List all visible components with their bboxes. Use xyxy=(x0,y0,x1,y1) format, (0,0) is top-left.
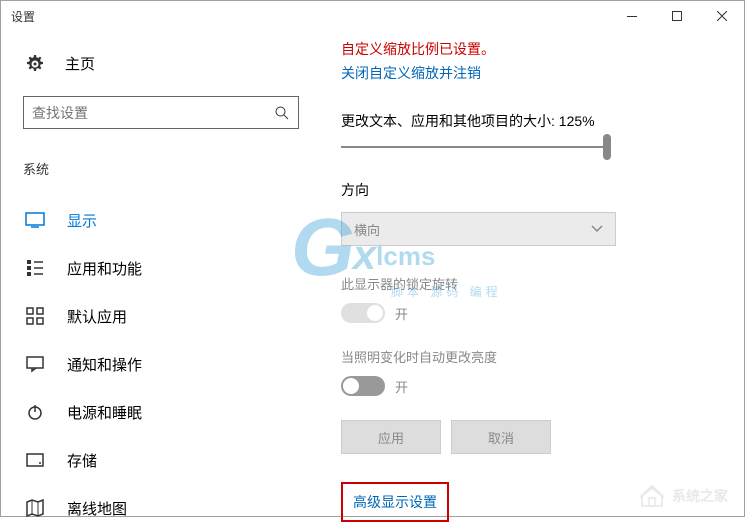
settings-window: 设置 主页 xyxy=(0,0,745,517)
search-icon[interactable] xyxy=(266,97,298,128)
nav-items: 显示 应用和功能 默认应用 xyxy=(1,196,311,532)
cancel-button[interactable]: 取消 xyxy=(451,420,551,454)
lock-rotation-toggle-row: 开 xyxy=(341,303,714,323)
warning-text: 自定义缩放比例已设置。 xyxy=(341,39,714,59)
defaults-icon xyxy=(25,306,45,326)
nav-item-maps[interactable]: 离线地图 xyxy=(1,484,311,532)
advanced-display-settings-link[interactable]: 高级显示设置 xyxy=(341,482,449,522)
orientation-dropdown[interactable]: 横向 xyxy=(341,212,616,246)
chevron-down-icon xyxy=(591,220,603,238)
monitor-icon xyxy=(25,210,45,230)
titlebar: 设置 xyxy=(1,1,744,31)
turnoff-scaling-link[interactable]: 关闭自定义缩放并注销 xyxy=(341,63,714,83)
content: 主页 系统 显示 xyxy=(1,31,744,516)
search-box[interactable] xyxy=(23,96,299,129)
window-title: 设置 xyxy=(11,8,609,25)
scale-label: 更改文本、应用和其他项目的大小: 125% xyxy=(341,111,714,131)
slider-thumb[interactable] xyxy=(603,134,611,160)
toggle-knob xyxy=(343,378,359,394)
dropdown-value: 横向 xyxy=(354,220,380,239)
lock-rotation-label: 此显示器的锁定旋转 xyxy=(341,274,714,293)
maximize-icon xyxy=(672,11,682,21)
section-label: 系统 xyxy=(23,159,311,178)
orientation-title: 方向 xyxy=(341,180,714,200)
nav-item-display[interactable]: 显示 xyxy=(1,196,311,244)
nav-item-defaults[interactable]: 默认应用 xyxy=(1,292,311,340)
nav-label: 应用和功能 xyxy=(67,258,142,279)
nav-label: 显示 xyxy=(67,210,97,231)
nav-label: 电源和睡眠 xyxy=(67,402,142,423)
sidebar: 主页 系统 显示 xyxy=(1,31,311,516)
search-input[interactable] xyxy=(24,105,266,121)
power-icon xyxy=(25,402,45,422)
window-controls xyxy=(609,1,744,31)
gear-icon xyxy=(25,54,45,74)
lock-rotation-toggle[interactable] xyxy=(341,303,385,323)
home-label: 主页 xyxy=(65,53,95,74)
brightness-toggle[interactable] xyxy=(341,376,385,396)
maximize-button[interactable] xyxy=(654,1,699,31)
maps-icon xyxy=(25,498,45,518)
scale-slider[interactable] xyxy=(341,146,611,148)
nav-item-apps[interactable]: 应用和功能 xyxy=(1,244,311,292)
nav-label: 通知和操作 xyxy=(67,354,142,375)
nav-label: 离线地图 xyxy=(67,498,127,519)
notifications-icon xyxy=(25,354,45,374)
close-icon xyxy=(717,11,727,21)
minimize-button[interactable] xyxy=(609,1,654,31)
main-panel: 自定义缩放比例已设置。 关闭自定义缩放并注销 更改文本、应用和其他项目的大小: … xyxy=(311,31,744,516)
nav-item-notifications[interactable]: 通知和操作 xyxy=(1,340,311,388)
nav-item-power[interactable]: 电源和睡眠 xyxy=(1,388,311,436)
nav-item-storage[interactable]: 存储 xyxy=(1,436,311,484)
nav-label: 默认应用 xyxy=(67,306,127,327)
toggle-state: 开 xyxy=(395,304,408,323)
apply-button[interactable]: 应用 xyxy=(341,420,441,454)
brightness-label: 当照明变化时自动更改亮度 xyxy=(341,347,714,366)
toggle-state: 开 xyxy=(395,377,408,396)
apps-icon xyxy=(25,258,45,278)
storage-icon xyxy=(25,450,45,470)
button-row: 应用 取消 xyxy=(341,420,714,454)
close-button[interactable] xyxy=(699,1,744,31)
minimize-icon xyxy=(627,16,637,17)
home-link[interactable]: 主页 xyxy=(23,53,311,74)
nav-label: 存储 xyxy=(67,450,97,471)
toggle-knob xyxy=(367,305,383,321)
brightness-toggle-row: 开 xyxy=(341,376,714,396)
